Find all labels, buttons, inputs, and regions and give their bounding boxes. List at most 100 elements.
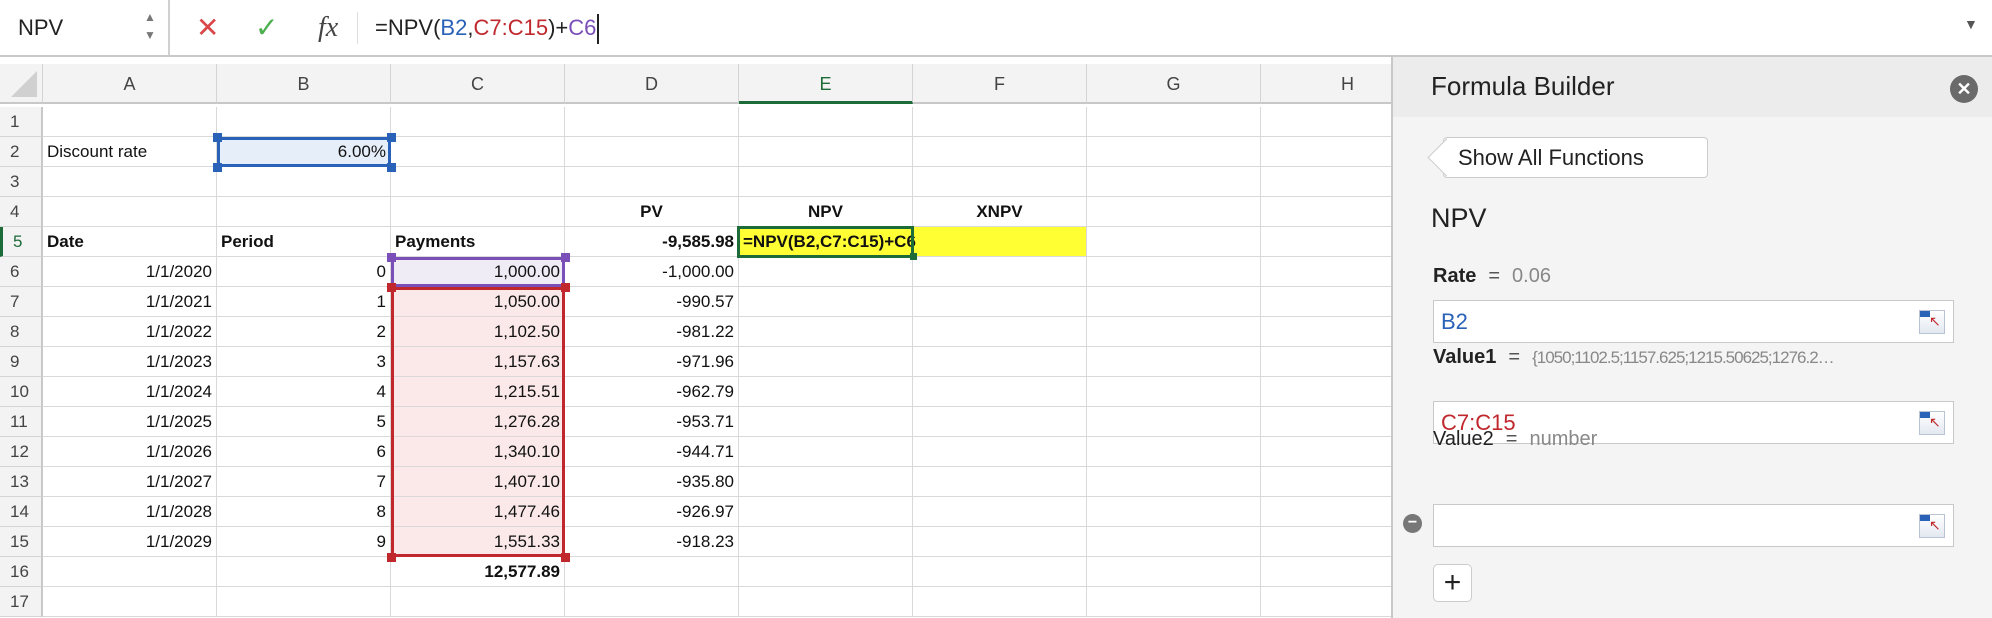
cell-D8[interactable]: -981.22 <box>565 317 739 347</box>
range-picker-icon[interactable] <box>1919 514 1945 538</box>
cell-C1[interactable] <box>391 107 565 137</box>
cell-H10[interactable] <box>1261 377 1391 407</box>
cell-E11[interactable] <box>739 407 913 437</box>
row-header-15[interactable]: 15 <box>0 527 43 557</box>
cell-A17[interactable] <box>43 587 217 617</box>
cell-C11[interactable]: 1,276.28 <box>391 407 565 437</box>
cell-A5[interactable]: Date <box>43 227 217 257</box>
range-handle[interactable] <box>387 133 396 142</box>
cell-C17[interactable] <box>391 587 565 617</box>
column-header-D[interactable]: D <box>565 64 739 104</box>
cell-C15[interactable]: 1,551.33 <box>391 527 565 557</box>
cell-H14[interactable] <box>1261 497 1391 527</box>
cell-F16[interactable] <box>913 557 1087 587</box>
add-argument-button[interactable]: + <box>1433 564 1472 602</box>
cell-H15[interactable] <box>1261 527 1391 557</box>
range-handle[interactable] <box>561 253 570 262</box>
range-handle[interactable] <box>387 283 396 292</box>
cell-D14[interactable]: -926.97 <box>565 497 739 527</box>
cell-E15[interactable] <box>739 527 913 557</box>
cell-E6[interactable] <box>739 257 913 287</box>
cell-G4[interactable] <box>1087 197 1261 227</box>
cell-H3[interactable] <box>1261 167 1391 197</box>
cell-D12[interactable]: -944.71 <box>565 437 739 467</box>
cell-G6[interactable] <box>1087 257 1261 287</box>
row-header-16[interactable]: 16 <box>0 557 43 587</box>
cell-B16[interactable] <box>217 557 391 587</box>
cell-C9[interactable]: 1,157.63 <box>391 347 565 377</box>
expand-formula-bar-chevron-icon[interactable]: ▼ <box>1964 16 1978 32</box>
row-header-5[interactable]: 5 <box>0 227 43 257</box>
cell-H12[interactable] <box>1261 437 1391 467</box>
cell-H5[interactable] <box>1261 227 1391 257</box>
row-header-12[interactable]: 12 <box>0 437 43 467</box>
range-handle[interactable] <box>387 253 396 262</box>
cell-D9[interactable]: -971.96 <box>565 347 739 377</box>
cell-E2[interactable] <box>739 137 913 167</box>
cell-D16[interactable] <box>565 557 739 587</box>
cell-E9[interactable] <box>739 347 913 377</box>
cell-F12[interactable] <box>913 437 1087 467</box>
cell-A15[interactable]: 1/1/2029 <box>43 527 217 557</box>
cell-A1[interactable] <box>43 107 217 137</box>
cell-B2[interactable]: 6.00% <box>217 137 391 167</box>
range-handle[interactable] <box>387 553 396 562</box>
cell-B17[interactable] <box>217 587 391 617</box>
cell-B10[interactable]: 4 <box>217 377 391 407</box>
range-picker-icon[interactable] <box>1919 411 1945 435</box>
cell-G7[interactable] <box>1087 287 1261 317</box>
cell-D2[interactable] <box>565 137 739 167</box>
cell-C2[interactable] <box>391 137 565 167</box>
cell-G13[interactable] <box>1087 467 1261 497</box>
cell-D5[interactable]: -9,585.98 <box>565 227 739 257</box>
cell-D1[interactable] <box>565 107 739 137</box>
cell-E7[interactable] <box>739 287 913 317</box>
cell-F2[interactable] <box>913 137 1087 167</box>
cell-H16[interactable] <box>1261 557 1391 587</box>
cell-C13[interactable]: 1,407.10 <box>391 467 565 497</box>
cell-F3[interactable] <box>913 167 1087 197</box>
cell-C12[interactable]: 1,340.10 <box>391 437 565 467</box>
cell-F4[interactable]: XNPV <box>913 197 1087 227</box>
cell-A3[interactable] <box>43 167 217 197</box>
cell-H13[interactable] <box>1261 467 1391 497</box>
cell-C6[interactable]: 1,000.00 <box>391 257 565 287</box>
cell-D7[interactable]: -990.57 <box>565 287 739 317</box>
cell-C8[interactable]: 1,102.50 <box>391 317 565 347</box>
cell-G11[interactable] <box>1087 407 1261 437</box>
cell-F11[interactable] <box>913 407 1087 437</box>
cell-A10[interactable]: 1/1/2024 <box>43 377 217 407</box>
cell-C3[interactable] <box>391 167 565 197</box>
cell-B13[interactable]: 7 <box>217 467 391 497</box>
cell-H17[interactable] <box>1261 587 1391 617</box>
cell-G14[interactable] <box>1087 497 1261 527</box>
select-all-corner[interactable] <box>0 64 43 104</box>
fill-handle[interactable] <box>910 253 917 260</box>
cell-D11[interactable]: -953.71 <box>565 407 739 437</box>
cell-A6[interactable]: 1/1/2020 <box>43 257 217 287</box>
cell-E14[interactable] <box>739 497 913 527</box>
row-header-11[interactable]: 11 <box>0 407 43 437</box>
row-header-6[interactable]: 6 <box>0 257 43 287</box>
show-all-functions-button[interactable]: Show All Functions <box>1443 137 1708 178</box>
cell-A16[interactable] <box>43 557 217 587</box>
remove-argument-icon[interactable]: − <box>1403 514 1422 533</box>
cell-B4[interactable] <box>217 197 391 227</box>
cell-E10[interactable] <box>739 377 913 407</box>
cell-H7[interactable] <box>1261 287 1391 317</box>
cell-H2[interactable] <box>1261 137 1391 167</box>
cell-B11[interactable]: 5 <box>217 407 391 437</box>
column-header-E[interactable]: E <box>739 64 913 104</box>
cell-E12[interactable] <box>739 437 913 467</box>
fx-icon[interactable]: fx <box>318 8 338 48</box>
cell-A14[interactable]: 1/1/2028 <box>43 497 217 527</box>
cell-F17[interactable] <box>913 587 1087 617</box>
cell-D17[interactable] <box>565 587 739 617</box>
row-header-13[interactable]: 13 <box>0 467 43 497</box>
row-header-9[interactable]: 9 <box>0 347 43 377</box>
cell-F5[interactable] <box>913 227 1087 257</box>
column-header-H[interactable]: H <box>1261 64 1391 104</box>
cell-B9[interactable]: 3 <box>217 347 391 377</box>
spreadsheet-grid[interactable]: A B C D E F G H 1 2 Discount rate 6.00% 3 4 PV NPV XNPV 5… <box>0 57 1391 618</box>
column-header-G[interactable]: G <box>1087 64 1261 104</box>
